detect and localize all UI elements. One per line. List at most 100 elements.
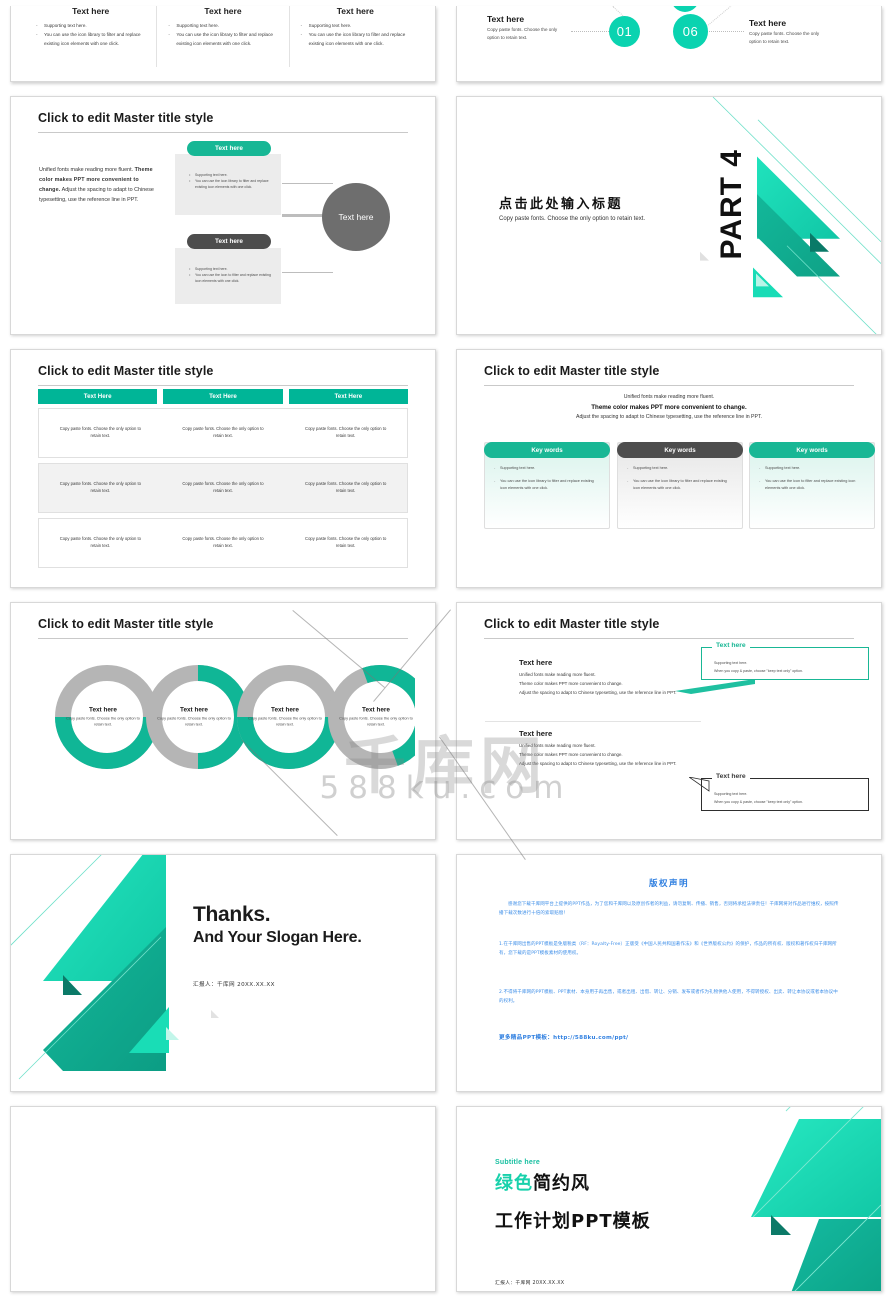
slide-cover[interactable]: Subtitle here 绿色简约风 工作计划PPT模板 汇报人：千库网 20… [456,1106,882,1292]
connector-line [571,31,609,32]
slide-blank[interactable] [10,1106,436,1292]
slide-table[interactable]: Click to edit Master title style Text He… [10,349,436,588]
list-item: You can use the icon to filter and repla… [759,478,865,491]
card-pill-top: Text here [187,141,271,156]
table-header-cell: Text Here [163,389,283,404]
title-block: Click to edit Master title style [484,364,854,386]
ring-label: Text here Copy paste fonts. Choose the o… [157,706,231,728]
callout-line-1: Supporting text here. [714,792,748,796]
slide-cell-part-divider[interactable]: 点击此处输入标题 Copy paste fonts. Choose the on… [446,90,892,343]
list-item: Supporting text here. [759,465,865,472]
table-cell: Copy paste fonts. Choose the only option… [305,426,387,438]
ring-body: Copy paste fonts. Choose the only option… [66,716,140,727]
info-card-top[interactable]: Supporting text here. You can use the ic… [175,154,281,215]
callout-body: Supporting text here. When you copy & pa… [714,660,860,675]
cover-decoration-svg [751,1107,881,1291]
slide-thanks[interactable]: Thanks. And Your Slogan Here. 汇报人：千库网 20… [10,854,436,1092]
intro-line-1: Unified fonts make reading more fluent. [623,394,715,400]
table-cell: Copy paste fonts. Choose the only option… [59,426,141,438]
step-number-badge: 06 [673,14,708,49]
table-row[interactable]: Copy paste fonts. Choose the only option… [38,463,408,513]
info-card-bottom[interactable]: Supporting text here. You can use the ic… [175,248,281,304]
table-header-row: Text Here Text Here Text Here [38,389,408,404]
pill-label: Text here [215,238,243,245]
title-block: Click to edit Master title style [484,617,854,639]
table-row[interactable]: Copy paste fonts. Choose the only option… [38,408,408,458]
summary-circle-label: Text here [338,211,374,222]
connector-line [282,214,326,215]
part-subtitle: Copy paste fonts. Choose the only option… [499,216,646,222]
table-row[interactable]: Copy paste fonts. Choose the only option… [38,518,408,568]
keywords-intro: Unified fonts make reading more fluent. … [485,394,853,420]
slide-part-divider[interactable]: 点击此处输入标题 Copy paste fonts. Choose the on… [456,96,882,335]
ring-label-block: Text here Copy paste fonts. Choose the o… [150,691,238,743]
block-heading: Text here [519,729,553,738]
table-header-cell: Text Here [38,389,158,404]
callout-line-2: When you copy & paste, choose "keep text… [714,799,804,804]
part-heading-block: 点击此处输入标题 Copy paste fonts. Choose the on… [499,193,645,224]
slide-cell-numbered[interactable]: 01 06 Text here Copy paste fonts. Choose… [446,0,892,90]
slide-cell-rings[interactable]: Click to edit Master title style Text he… [0,596,446,848]
slide-callouts[interactable]: Click to edit Master title style Text he… [456,602,882,840]
keyword-card-header: Key words [749,442,875,458]
callout-line-2: When you copy & paste, choose "keep text… [714,668,804,673]
slide-cell-table[interactable]: Click to edit Master title style Text He… [0,343,446,596]
slide-cell-copyright[interactable]: 版权声明 感谢您下载千库网平台上提供的PPT作品，为了您和千库网以及原创作者的利… [446,848,892,1100]
slide-cards-circle[interactable]: Click to edit Master title style Unified… [10,96,436,335]
copyright-link[interactable]: 更多精品PPT模板：http://588ku.com/ppt/ [499,1033,628,1041]
thanks-title: Thanks. [193,903,271,926]
cover-title-rest: 简约风 [533,1173,590,1194]
keyword-card-header: Key words [484,442,610,458]
slide-cell-cards-circle[interactable]: Click to edit Master title style Unified… [0,90,446,343]
slide-cell-thanks[interactable]: Thanks. And Your Slogan Here. 汇报人：千库网 20… [0,848,446,1100]
thanks-decoration-svg [11,855,219,1080]
slide-cell-blank[interactable] [0,1100,446,1300]
slide-cell-bullets3[interactable]: Text here Supporting text here. You can … [0,0,446,90]
block-heading: Text here [519,658,553,667]
card-list: Supporting text here. You can use the ic… [189,265,273,284]
connector-line-diagonal [704,6,733,29]
table-header-cell: Text Here [288,389,408,404]
intro-line-2: Theme color makes PPT more convenient to… [591,403,747,411]
ring-body: Copy paste fonts. Choose the only option… [248,716,322,727]
slide-rings[interactable]: Click to edit Master title style Text he… [10,602,436,840]
bullet-column: Text here Supporting text here. You can … [25,6,156,67]
keyword-card[interactable]: Key words Supporting text here. You can … [617,442,743,529]
ring-label: Text here Copy paste fonts. Choose the o… [66,706,140,728]
slide-bullets3[interactable]: Text here Supporting text here. You can … [10,6,436,82]
table-cell: Copy paste fonts. Choose the only option… [305,536,387,548]
intro-line-3: Adjust the spacing to adapt to Chinese t… [576,414,762,420]
slide-cell-keywords[interactable]: Click to edit Master title style Unified… [446,343,892,596]
bullet-column: Text here Supporting text here. You can … [156,6,288,67]
bullet-list: Supporting text here. You can use the ic… [167,22,278,48]
item-heading: Text here [487,14,525,24]
page-title: Click to edit Master title style [38,111,214,125]
page-title: Click to edit Master title style [38,364,214,378]
title-divider [484,638,854,639]
callout-line-1: Supporting text here. [714,661,748,665]
numbered-text-right: Text here Copy paste fonts. Choose the o… [749,18,833,46]
callout-box-green[interactable]: Text here Supporting text here. When you… [701,642,869,680]
thanks-footer: 汇报人：千库网 20XX.XX.XX [193,982,275,988]
slide-keywords[interactable]: Click to edit Master title style Unified… [456,349,882,588]
callout-box-dark[interactable]: Text here Supporting text here. When you… [701,773,869,811]
slide-copyright[interactable]: 版权声明 感谢您下载千库网平台上提供的PPT作品，为了您和千库网以及原创作者的利… [456,854,882,1092]
bullet-list: Supporting text here. You can use the ic… [300,22,411,48]
block-line-2: Theme color makes PPT more convenient to… [519,751,623,757]
slide-cell-callouts[interactable]: Click to edit Master title style Text he… [446,596,892,848]
table-cell: Copy paste fonts. Choose the only option… [305,481,387,493]
block-line-3: Adjust the spacing to adapt to Chinese t… [519,760,677,766]
table-cell: Copy paste fonts. Choose the only option… [182,426,264,438]
keyword-card[interactable]: Key words Supporting text here. You can … [749,442,875,529]
ring-heading: Text here [89,706,117,714]
slide-numbered-circles[interactable]: 01 06 Text here Copy paste fonts. Choose… [456,6,882,82]
pill-label: Text here [215,145,243,152]
keyword-card[interactable]: Key words Supporting text here. You can … [484,442,610,529]
table-cell: Copy paste fonts. Choose the only option… [59,481,141,493]
summary-circle: Text here [322,183,390,251]
part-label: PART 4 [715,149,748,260]
ring-heading: Text here [362,706,390,714]
card-pill-bottom: Text here [187,234,271,249]
table-cell: Copy paste fonts. Choose the only option… [182,536,264,548]
slide-cell-cover[interactable]: Subtitle here 绿色简约风 工作计划PPT模板 汇报人：千库网 20… [446,1100,892,1300]
